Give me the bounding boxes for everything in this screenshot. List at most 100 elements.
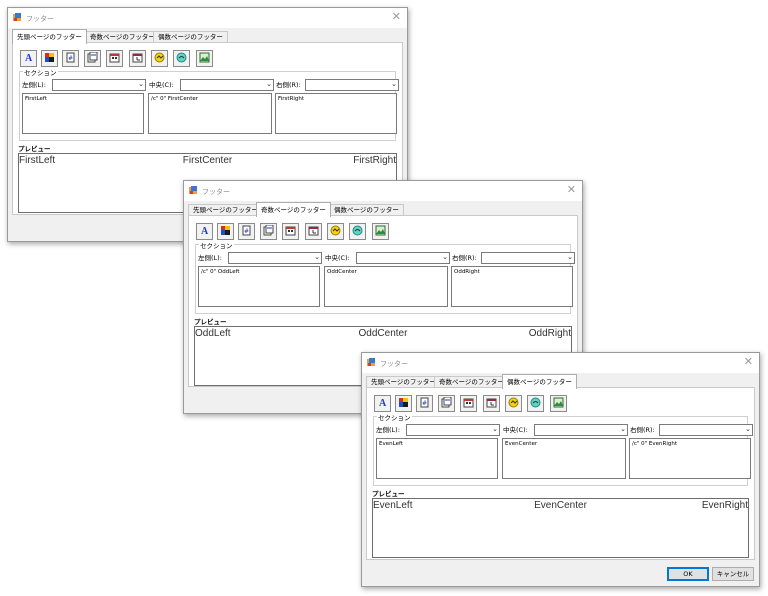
- left-combo[interactable]: ⌄: [52, 79, 146, 91]
- center-section-text[interactable]: EvenCenter: [502, 438, 626, 479]
- preview-center: EvenCenter: [534, 500, 587, 511]
- file-path-button[interactable]: [151, 50, 168, 67]
- date-button[interactable]: [282, 223, 299, 240]
- font-icon: A: [23, 52, 34, 65]
- title-bar: フッター ✕: [184, 181, 582, 201]
- picture-button[interactable]: [372, 223, 389, 240]
- center-combo[interactable]: ⌄: [180, 79, 274, 91]
- font-button[interactable]: A: [20, 50, 37, 67]
- time-icon: [308, 225, 319, 238]
- preview-right: FirstRight: [353, 155, 396, 166]
- date-button[interactable]: [106, 50, 123, 67]
- center-section-text[interactable]: /c" 0" FirstCenter: [148, 93, 272, 134]
- file-name-button[interactable]: [173, 50, 190, 67]
- time-button[interactable]: [305, 223, 322, 240]
- app-icon: [189, 186, 198, 195]
- right-label: 右側(R):: [630, 426, 655, 434]
- cancel-button[interactable]: キャンセル: [712, 567, 754, 581]
- chevron-down-icon: ⌄: [567, 253, 573, 261]
- preview-center: FirstCenter: [182, 155, 233, 166]
- left-section-text[interactable]: EvenLeft: [376, 438, 498, 479]
- page-number-button[interactable]: #: [416, 395, 433, 412]
- svg-text:#: #: [68, 55, 73, 62]
- color-button[interactable]: [217, 223, 234, 240]
- date-button[interactable]: [460, 395, 477, 412]
- picture-button[interactable]: [550, 395, 567, 412]
- chevron-down-icon: ⌄: [314, 253, 320, 261]
- svg-text:#: #: [244, 228, 249, 235]
- file-path-icon: [330, 225, 341, 238]
- svg-text:#: #: [422, 400, 427, 407]
- right-label: 右側(R):: [276, 81, 301, 89]
- time-icon: [132, 52, 143, 65]
- left-section-text[interactable]: FirstLeft: [22, 93, 144, 134]
- font-button[interactable]: A: [374, 395, 391, 412]
- tab-even-page-footer[interactable]: 偶数ページのフッター: [502, 374, 577, 389]
- chevron-down-icon: ⌄: [745, 425, 751, 433]
- left-combo[interactable]: ⌄: [228, 252, 322, 264]
- center-label: 中央(C):: [503, 426, 528, 434]
- center-combo[interactable]: ⌄: [356, 252, 450, 264]
- color-button[interactable]: [395, 395, 412, 412]
- file-path-button[interactable]: [327, 223, 344, 240]
- file-path-button[interactable]: [505, 395, 522, 412]
- svg-text:A: A: [201, 226, 209, 236]
- page-number-icon: #: [65, 52, 76, 65]
- center-combo[interactable]: ⌄: [534, 424, 628, 436]
- right-combo[interactable]: ⌄: [305, 79, 399, 91]
- right-section-text[interactable]: /c" 0" EvenRight: [629, 438, 751, 479]
- color-icon: [220, 225, 231, 238]
- file-path-icon: [154, 52, 165, 65]
- picture-icon: [553, 397, 564, 410]
- color-icon: [398, 397, 409, 410]
- page-count-button[interactable]: [438, 395, 455, 412]
- page-number-icon: #: [241, 225, 252, 238]
- time-button[interactable]: [483, 395, 500, 412]
- tab-first-page-footer[interactable]: 先頭ページのフッター: [12, 29, 87, 44]
- page-count-button[interactable]: [260, 223, 277, 240]
- right-combo[interactable]: ⌄: [659, 424, 753, 436]
- section-label: セクション: [377, 412, 412, 422]
- file-name-button[interactable]: [349, 223, 366, 240]
- window-title: フッター: [26, 15, 54, 23]
- right-combo[interactable]: ⌄: [481, 252, 575, 264]
- chevron-down-icon: ⌄: [620, 425, 626, 433]
- left-combo[interactable]: ⌄: [406, 424, 500, 436]
- date-icon: [285, 225, 296, 238]
- ok-button[interactable]: OK: [667, 567, 709, 581]
- left-label: 左側(L):: [198, 254, 222, 262]
- chevron-down-icon: ⌄: [138, 80, 144, 88]
- right-section-text[interactable]: OddRight: [451, 266, 573, 307]
- tab-odd-page-footer[interactable]: 奇数ページのフッター: [256, 202, 331, 217]
- file-name-icon: [530, 397, 541, 410]
- svg-text:A: A: [25, 53, 33, 63]
- close-icon[interactable]: ✕: [567, 184, 576, 196]
- font-icon: A: [377, 397, 388, 410]
- title-bar: フッター ✕: [8, 8, 407, 28]
- time-button[interactable]: [129, 50, 146, 67]
- page-count-icon: [441, 396, 452, 410]
- page-number-button[interactable]: #: [238, 223, 255, 240]
- color-button[interactable]: [41, 50, 58, 67]
- preview-label: プレビュー: [18, 145, 51, 153]
- font-button[interactable]: A: [196, 223, 213, 240]
- page-count-button[interactable]: [84, 50, 101, 67]
- center-label: 中央(C):: [325, 254, 350, 262]
- file-path-icon: [508, 397, 519, 410]
- picture-button[interactable]: [196, 50, 213, 67]
- window-title: フッター: [380, 360, 408, 368]
- page-number-icon: #: [419, 397, 430, 410]
- footer-dialog-even: フッター ✕ 先頭ページのフッター 奇数ページのフッター 偶数ページのフッター …: [361, 352, 760, 587]
- close-icon[interactable]: ✕: [744, 356, 753, 368]
- left-section-text[interactable]: /c" 0" OddLeft: [198, 266, 320, 307]
- file-name-button[interactable]: [527, 395, 544, 412]
- page-number-button[interactable]: #: [62, 50, 79, 67]
- section-group: セクション 左側(L): ⌄ 中央(C): ⌄ 右側(R): ⌄ FirstLe…: [19, 67, 399, 141]
- close-icon[interactable]: ✕: [392, 11, 401, 23]
- picture-icon: [199, 52, 210, 65]
- right-section-text[interactable]: FirstRight: [275, 93, 397, 134]
- section-label: セクション: [199, 240, 234, 250]
- center-section-text[interactable]: OddCenter: [324, 266, 448, 307]
- chevron-down-icon: ⌄: [266, 80, 272, 88]
- left-label: 左側(L):: [22, 81, 46, 89]
